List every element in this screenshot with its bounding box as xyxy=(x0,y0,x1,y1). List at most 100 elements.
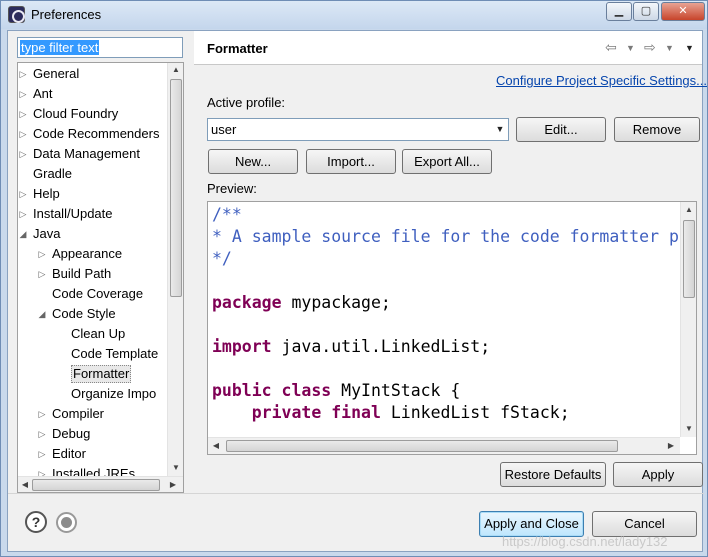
tree-item[interactable]: Gradle xyxy=(18,164,166,184)
preview-hscroll-thumb[interactable] xyxy=(226,440,618,452)
new-profile-button[interactable]: New... xyxy=(208,149,298,174)
collapsed-twisty-icon[interactable]: ▷ xyxy=(18,144,28,164)
scroll-right-arrow-icon[interactable]: ▶ xyxy=(666,441,676,450)
collapsed-twisty-icon xyxy=(56,384,66,404)
expanded-twisty-icon[interactable]: ◢ xyxy=(37,304,47,324)
code-token: /** xyxy=(212,205,242,224)
tree-item[interactable]: ▷ Appearance xyxy=(18,244,166,264)
help-icon[interactable]: ? xyxy=(25,511,47,533)
scroll-right-arrow-icon[interactable]: ▶ xyxy=(168,480,178,489)
preferences-tree: ▷ General ▷ Ant ▷ Cloud Foundry ▷ Code Recommen… xyxy=(17,62,184,493)
preview-scroll-thumb[interactable] xyxy=(683,220,695,298)
collapsed-twisty-icon[interactable]: ▷ xyxy=(18,64,28,84)
code-line: import java.util.LinkedList; xyxy=(212,336,490,358)
tree-item-label: Cloud Foundry xyxy=(33,106,119,121)
profile-combo[interactable]: user ▼ xyxy=(207,118,509,141)
tree-item[interactable]: ▷ Install/Update xyxy=(18,204,166,224)
code-token: private xyxy=(251,403,322,422)
tree-item[interactable]: ▷ Build Path xyxy=(18,264,166,284)
apply-button[interactable]: Apply xyxy=(613,462,703,487)
title-bar[interactable]: Preferences ▁ ▢ ✕ xyxy=(1,1,707,29)
forward-arrow-icon[interactable]: ⇨ xyxy=(644,39,656,56)
collapsed-twisty-icon xyxy=(56,344,66,364)
tree-item[interactable]: Clean Up xyxy=(18,324,166,344)
code-line: package mypackage; xyxy=(212,292,391,314)
collapsed-twisty-icon[interactable]: ▷ xyxy=(18,84,28,104)
tree-horizontal-scrollbar[interactable]: ◀ ▶ xyxy=(18,476,183,492)
collapsed-twisty-icon[interactable]: ▷ xyxy=(18,104,28,124)
tree-item[interactable]: Code Coverage xyxy=(18,284,166,304)
filter-input[interactable]: type filter text xyxy=(17,37,183,58)
tree-item-label: General xyxy=(33,66,80,81)
preview-vertical-scrollbar[interactable]: ▲ ▼ xyxy=(680,202,696,437)
record-icon[interactable] xyxy=(56,512,77,533)
restore-defaults-button[interactable]: Restore Defaults xyxy=(500,462,606,487)
tree-item[interactable]: Organize Impo xyxy=(18,384,166,404)
view-menu-chevron-icon[interactable]: ▼ xyxy=(685,43,694,53)
tree-item[interactable]: ▷ Editor xyxy=(18,444,166,464)
tree-item[interactable]: ▷ Data Management xyxy=(18,144,166,164)
import-profile-button[interactable]: Import... xyxy=(306,149,396,174)
forward-menu-chevron-icon[interactable]: ▼ xyxy=(665,43,674,53)
collapsed-twisty-icon[interactable]: ▷ xyxy=(18,124,28,144)
scroll-left-arrow-icon[interactable]: ◀ xyxy=(211,441,221,450)
collapsed-twisty-icon[interactable]: ▷ xyxy=(37,444,47,464)
tree-item[interactable]: ▷ Compiler xyxy=(18,404,166,424)
tree-item-label: Appearance xyxy=(52,246,123,261)
tree-item[interactable]: Formatter xyxy=(18,364,166,384)
tree-vertical-scrollbar[interactable]: ▲ ▼ xyxy=(167,63,183,476)
configure-project-settings-link[interactable]: Configure Project Specific Settings... xyxy=(496,73,707,88)
code-line: /** xyxy=(212,204,242,226)
collapsed-twisty-icon xyxy=(56,364,66,384)
tree-item[interactable]: ▷ Cloud Foundry xyxy=(18,104,166,124)
remove-profile-button[interactable]: Remove xyxy=(614,117,700,142)
chevron-down-icon[interactable]: ▼ xyxy=(492,119,508,140)
tree-item[interactable]: ▷ Debug xyxy=(18,424,166,444)
scroll-up-arrow-icon[interactable]: ▲ xyxy=(168,65,183,74)
tree-item-label: Organize Impo xyxy=(71,386,157,401)
tree-item[interactable]: ▷ Code Recommenders xyxy=(18,124,166,144)
tree-item-label: Gradle xyxy=(33,166,73,181)
minimize-button[interactable]: ▁ xyxy=(606,2,632,21)
maximize-button[interactable]: ▢ xyxy=(633,2,659,21)
preview-label: Preview: xyxy=(207,181,257,196)
scroll-down-arrow-icon[interactable]: ▼ xyxy=(681,424,696,433)
expanded-twisty-icon[interactable]: ◢ xyxy=(18,224,28,244)
edit-profile-button[interactable]: Edit... xyxy=(516,117,606,142)
close-button[interactable]: ✕ xyxy=(661,2,705,21)
back-menu-chevron-icon[interactable]: ▼ xyxy=(626,43,635,53)
collapsed-twisty-icon[interactable]: ▷ xyxy=(37,424,47,444)
tree-hscroll-thumb[interactable] xyxy=(32,479,160,491)
code-token: */ xyxy=(212,249,232,268)
export-all-button[interactable]: Export All... xyxy=(402,149,492,174)
collapsed-twisty-icon[interactable]: ▷ xyxy=(18,204,28,224)
scroll-left-arrow-icon[interactable]: ◀ xyxy=(20,480,30,489)
scroll-up-arrow-icon[interactable]: ▲ xyxy=(681,205,696,214)
watermark-text: https://blog.csdn.net/lady132 xyxy=(502,534,668,549)
preview-horizontal-scrollbar[interactable]: ◀ ▶ xyxy=(208,437,680,454)
tree-item-label: Code Style xyxy=(52,306,116,321)
tree-item[interactable]: ▷ General xyxy=(18,64,166,84)
tree-item[interactable]: Code Template xyxy=(18,344,166,364)
scroll-down-arrow-icon[interactable]: ▼ xyxy=(168,463,183,472)
code-token: MyIntStack { xyxy=(331,381,461,400)
back-arrow-icon[interactable]: ⇦ xyxy=(605,39,617,56)
tree-scroll-thumb[interactable] xyxy=(170,79,182,297)
code-line: * A sample source file for the code form… xyxy=(212,226,689,248)
collapsed-twisty-icon xyxy=(56,324,66,344)
tree-item[interactable]: ▷ Ant xyxy=(18,84,166,104)
tree-item[interactable]: ▷ Help xyxy=(18,184,166,204)
collapsed-twisty-icon[interactable]: ▷ xyxy=(37,404,47,424)
collapsed-twisty-icon[interactable]: ▷ xyxy=(37,244,47,264)
tree-item[interactable]: ◢ Code Style xyxy=(18,304,166,324)
tree-item-label: Data Management xyxy=(33,146,140,161)
collapsed-twisty-icon[interactable]: ▷ xyxy=(18,184,28,204)
window-title: Preferences xyxy=(31,7,102,22)
code-token: class xyxy=(281,381,332,400)
collapsed-twisty-icon[interactable]: ▷ xyxy=(37,264,47,284)
tree-item-label: Code Recommenders xyxy=(33,126,160,141)
dialog-client-area: type filter text ▷ General ▷ Ant ▷ Cloud Foun… xyxy=(7,30,707,552)
tree-item[interactable]: ◢ Java xyxy=(18,224,166,244)
